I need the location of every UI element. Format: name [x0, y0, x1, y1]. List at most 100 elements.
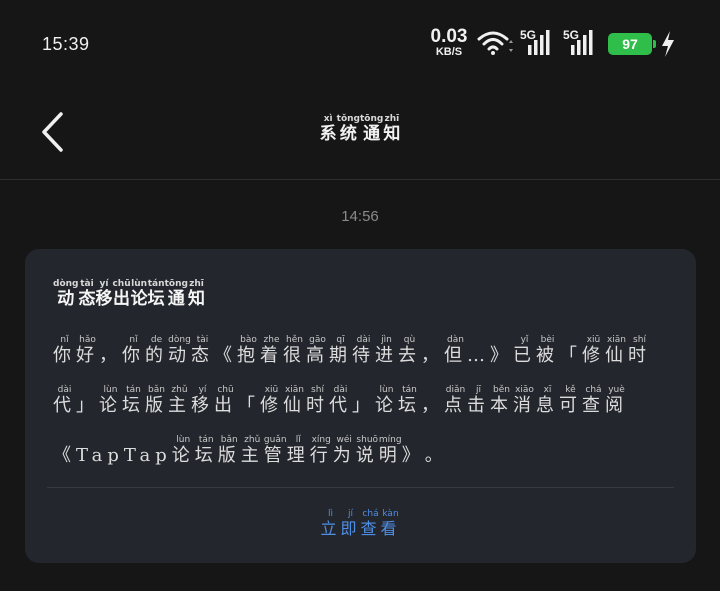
battery-icon: 97: [608, 33, 656, 55]
hanzi-char: 好hǎo: [76, 335, 99, 366]
hanzi-char: 出chū: [112, 279, 131, 309]
hanzi-char: 主zhǔ: [240, 435, 264, 466]
hanzi-char: 论lùn: [375, 385, 398, 416]
notification-title: 动dòng态tài移yí出chū论lùn坛tán通tōng知zhī: [53, 279, 205, 309]
pinyin: tōng: [360, 114, 384, 124]
hanzi-char: 即jí: [340, 509, 361, 538]
hanzi-char: 消xiāo: [513, 385, 536, 416]
hanzi-char: 你nǐ: [122, 335, 145, 366]
hanzi-char: 坛tán: [147, 279, 165, 309]
pinyin: zhī: [383, 114, 401, 124]
pinyin: yǐ: [513, 335, 536, 345]
notification-body: 你nǐ好hǎo， 你nǐ的de动dòng态tài《 抱bào着zhe很hěn高g…: [53, 331, 673, 481]
pinyin: xì: [319, 114, 337, 124]
network-speed: 0.03 KB/S: [428, 26, 470, 58]
pinyin: yí: [191, 385, 214, 395]
pinyin: chū: [214, 385, 237, 395]
hanzi-char: 坛tán: [194, 435, 218, 466]
pinyin: hǎo: [76, 335, 99, 345]
pinyin: chá: [360, 509, 381, 519]
hanzi-char: 为wéi: [332, 435, 356, 466]
hanzi-char: 可kě: [559, 385, 582, 416]
pinyin: nǐ: [53, 335, 76, 345]
message-timestamp: 14:56: [341, 208, 379, 225]
hanzi-char: 》: [402, 445, 425, 466]
pinyin: chá: [582, 385, 605, 395]
pinyin: tán: [122, 385, 145, 395]
pinyin: [76, 385, 99, 395]
hanzi-char: 修xiū: [260, 385, 283, 416]
pinyin: tán: [147, 279, 165, 289]
card-divider: [47, 487, 674, 488]
pinyin: dòng: [53, 279, 79, 289]
pinyin: [76, 435, 172, 445]
pinyin: dàn: [444, 335, 467, 345]
pinyin: qù: [398, 335, 421, 345]
pinyin: tán: [194, 435, 218, 445]
hanzi-char: 「: [237, 395, 260, 416]
pinyin: xiān: [283, 385, 306, 395]
hanzi-char: 论lùn: [130, 279, 148, 309]
hanzi-char: 高gāo: [306, 335, 329, 366]
hanzi-char: …: [467, 345, 490, 366]
hanzi-char: 论lùn: [171, 435, 195, 466]
pinyin: [559, 335, 582, 345]
hanzi-char: 进jìn: [375, 335, 398, 366]
wifi-icon: [477, 31, 513, 55]
pinyin: jí: [340, 509, 361, 519]
view-now-button[interactable]: 立lì即jí查chá看kàn: [25, 509, 696, 539]
hanzi-char: 理lǐ: [286, 435, 310, 466]
pinyin: xiān: [605, 335, 628, 345]
hanzi-char: 很hěn: [283, 335, 306, 366]
signal-indicator-1: 5G: [520, 28, 556, 60]
hanzi-char: 坛tán: [122, 385, 145, 416]
pinyin: lì: [320, 509, 341, 519]
hanzi-char: 统tǒng: [336, 114, 360, 144]
hanzi-char: 着zhe: [260, 335, 283, 366]
hanzi-char: 仙xiān: [283, 385, 306, 416]
pinyin: diǎn: [444, 385, 467, 395]
hanzi-char: 你nǐ: [53, 335, 76, 366]
hanzi-char: 态tài: [191, 335, 214, 366]
pinyin: xī: [536, 385, 559, 395]
hanzi-char: 《: [53, 445, 76, 466]
pinyin: lùn: [130, 279, 148, 289]
hanzi-char: 息xī: [536, 385, 559, 416]
pinyin: qī: [329, 335, 352, 345]
pinyin: chū: [112, 279, 131, 289]
hanzi-char: 仙xiān: [605, 335, 628, 366]
hanzi-char: ，: [421, 345, 444, 366]
hanzi-char: 查chá: [582, 385, 605, 416]
hanzi-char: 但dàn: [444, 335, 467, 366]
hanzi-char: 系xì: [319, 114, 337, 144]
status-time: 15:39: [42, 34, 90, 54]
hanzi-char: 被bèi: [536, 335, 559, 366]
pinyin: [467, 335, 490, 345]
pinyin: yuè: [605, 385, 628, 395]
hanzi-char: 击jī: [467, 385, 490, 416]
pinyin: dài: [53, 385, 76, 395]
pinyin: tài: [191, 335, 214, 345]
hanzi-char: 时shí: [628, 335, 651, 366]
pinyin: zhǔ: [240, 435, 264, 445]
hanzi-char: 》: [490, 345, 513, 366]
hanzi-char: 抱bào: [237, 335, 260, 366]
hanzi-char: 代dài: [53, 385, 76, 416]
hanzi-char: 动dòng: [53, 279, 79, 309]
pinyin: shuō: [355, 435, 379, 445]
pinyin: lùn: [99, 385, 122, 395]
pinyin: lùn: [375, 385, 398, 395]
charging-bolt-icon: [662, 31, 674, 57]
signal-indicator-2: 5G: [563, 28, 599, 60]
hanzi-char: 时shí: [306, 385, 329, 416]
pinyin: zhǔ: [168, 385, 191, 395]
hanzi-char: 通tōng: [164, 279, 188, 309]
network-speed-value: 0.03: [430, 26, 468, 47]
pinyin: hěn: [283, 335, 306, 345]
notification-card[interactable]: 动dòng态tài移yí出chū论lùn坛tán通tōng知zhī 你nǐ好hǎ…: [25, 249, 696, 563]
pinyin: jìn: [375, 335, 398, 345]
pinyin: [490, 335, 513, 345]
pinyin: dài: [329, 385, 352, 395]
pinyin: [214, 335, 237, 345]
hanzi-char: 」: [76, 395, 99, 416]
